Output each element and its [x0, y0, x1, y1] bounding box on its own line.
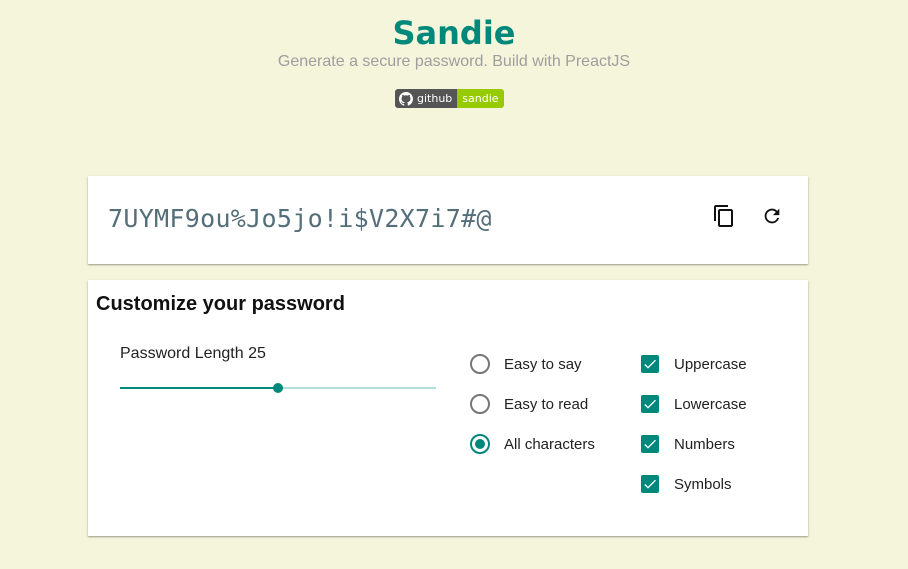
mode-all-characters[interactable]: All characters: [470, 434, 595, 454]
password-length-label: Password Length 25: [120, 345, 266, 362]
slider-fill: [120, 387, 278, 389]
charset-numbers[interactable]: Numbers: [641, 435, 735, 453]
checkmark-icon: [644, 479, 656, 489]
charset-label: Numbers: [674, 435, 735, 453]
badge-right-text: sandie: [457, 89, 504, 108]
charset-label: Uppercase: [674, 355, 747, 373]
password-card: 7UYMF9ou%Jo5jo!i$V2X7i7#@: [88, 176, 808, 264]
charset-symbols[interactable]: Symbols: [641, 475, 732, 493]
generated-password[interactable]: 7UYMF9ou%Jo5jo!i$V2X7i7#@: [108, 204, 492, 233]
app-title: Sandie: [392, 14, 516, 52]
radio-button[interactable]: [470, 354, 490, 374]
mode-easy-to-say[interactable]: Easy to say: [470, 354, 582, 374]
charset-uppercase[interactable]: Uppercase: [641, 355, 747, 373]
mode-easy-to-read[interactable]: Easy to read: [470, 394, 588, 414]
charset-label: Symbols: [674, 475, 732, 493]
checkbox[interactable]: [641, 355, 659, 373]
checkbox[interactable]: [641, 395, 659, 413]
app-subtitle: Generate a secure password. Build with P…: [277, 53, 631, 70]
github-badge[interactable]: github sandie: [395, 89, 504, 108]
slider-thumb[interactable]: [273, 383, 283, 393]
charset-label: Lowercase: [674, 395, 747, 413]
charset-lowercase[interactable]: Lowercase: [641, 395, 747, 413]
github-icon: [399, 91, 413, 106]
customize-title: Customize your password: [96, 293, 345, 315]
checkmark-icon: [644, 439, 656, 449]
customize-card: Customize your password Password Length …: [88, 280, 808, 536]
password-length-slider[interactable]: [120, 380, 436, 396]
checkbox[interactable]: [641, 475, 659, 493]
refresh-button[interactable]: [758, 202, 786, 230]
mode-label: Easy to read: [504, 395, 589, 413]
checkmark-icon: [644, 399, 656, 409]
copy-button[interactable]: [710, 202, 738, 230]
mode-label: Easy to say: [504, 355, 582, 373]
mode-label: All characters: [504, 435, 595, 453]
badge-left-text: github: [417, 92, 453, 105]
checkbox[interactable]: [641, 435, 659, 453]
badge-left: github: [395, 89, 458, 108]
checkmark-icon: [644, 359, 656, 369]
copy-icon: [714, 205, 733, 227]
radio-button[interactable]: [470, 434, 490, 454]
refresh-icon: [764, 208, 780, 224]
radio-button[interactable]: [470, 394, 490, 414]
